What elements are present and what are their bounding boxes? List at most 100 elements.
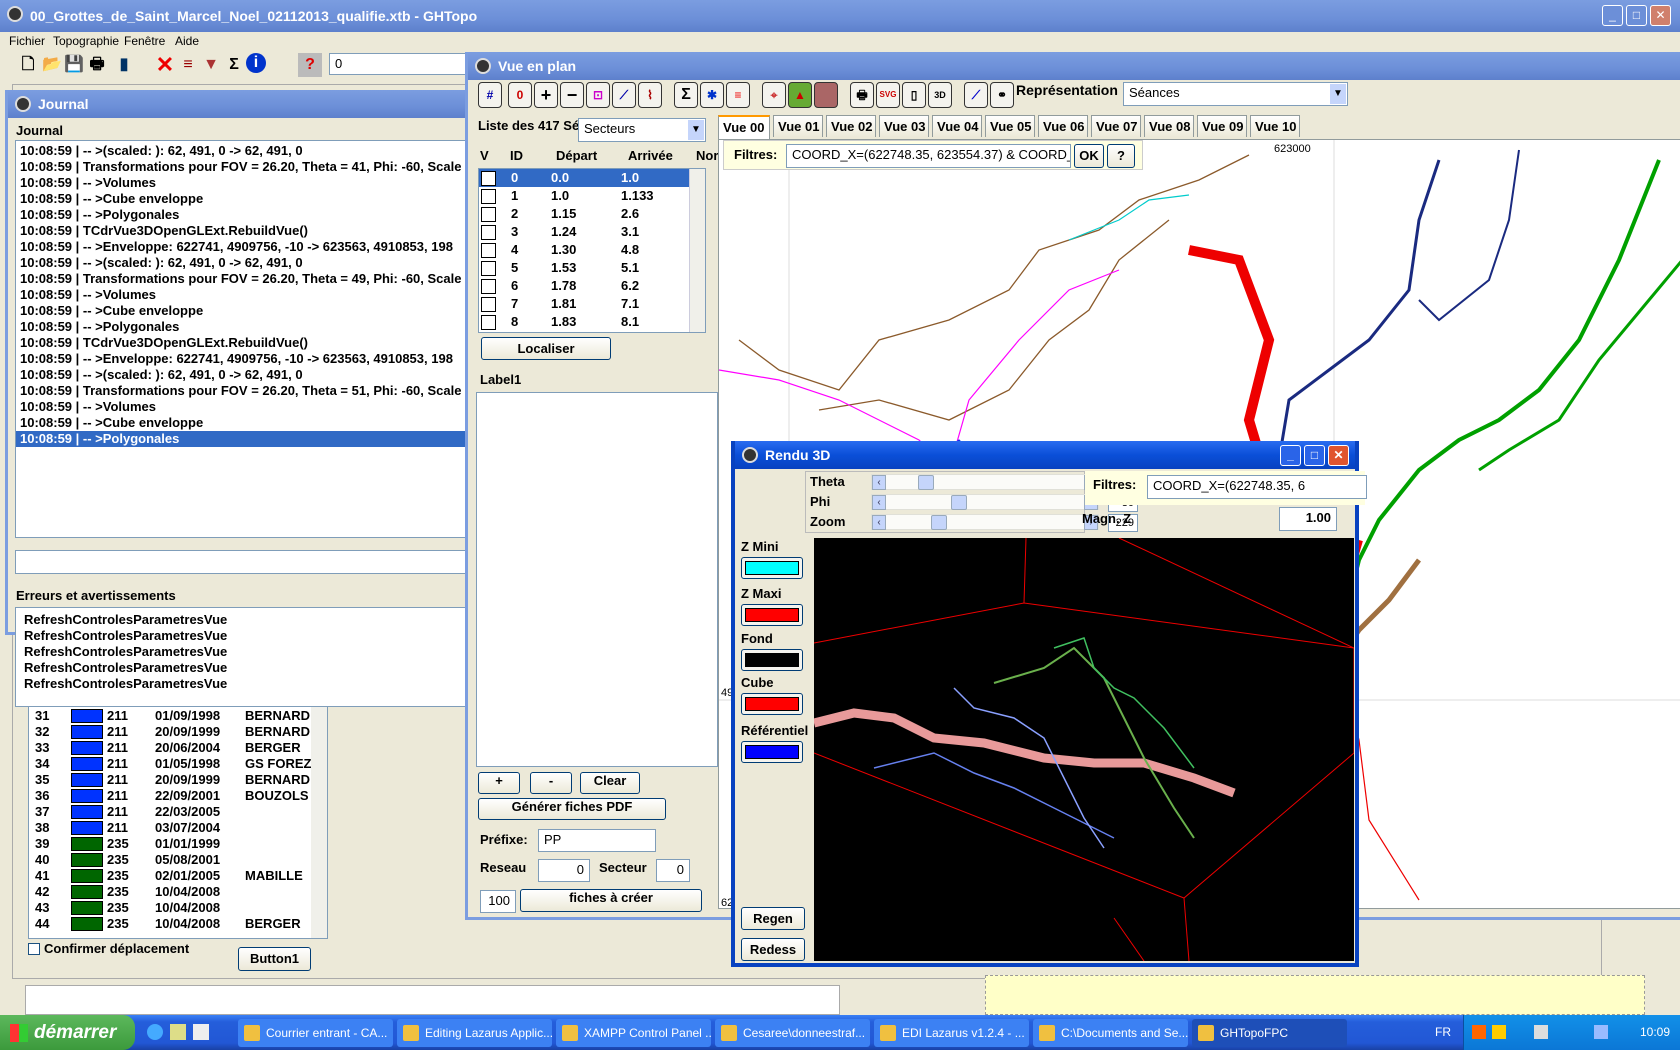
color-button[interactable] [741,741,803,763]
log-line[interactable]: 10:08:59 | TCdrVue3DOpenGLExt.RebuildVue… [16,335,469,351]
menu-aide[interactable]: Aide [175,34,199,48]
row-checkbox[interactable] [481,225,496,240]
list-combo[interactable]: Secteurs ▼ [578,118,706,142]
close-button[interactable]: ✕ [1650,5,1671,26]
count-input[interactable]: 100 [480,890,516,913]
prefix-input[interactable]: PP [538,829,656,852]
shots-scrollbar[interactable] [689,169,705,332]
menu-fenetre[interactable]: Fenêtre [124,34,165,48]
save-icon[interactable]: 💾 [62,53,86,77]
zoom-window-icon[interactable]: ⊡ [586,82,610,108]
minimize-button[interactable]: _ [1602,5,1623,26]
menu-fichier[interactable]: Fichier [9,34,45,48]
filter-help-button[interactable]: ? [1107,144,1135,168]
color-button[interactable] [741,693,803,715]
taskbar-item[interactable]: C:\Documents and Se... [1033,1019,1188,1047]
log-line[interactable]: 10:08:59 | -- >Enveloppe: 622741, 490975… [16,351,469,367]
theta-slider-thumb[interactable] [918,475,935,490]
error-line[interactable]: RefreshControlesParametresVue [24,660,469,676]
sigma-icon[interactable]: Σ [222,53,246,77]
grid-icon[interactable]: # [478,82,502,108]
localiser-button[interactable]: Localiser [481,337,611,360]
taskbar-item[interactable]: EDI Lazarus v1.2.4 - ... [874,1019,1029,1047]
quicklaunch-notepad-icon[interactable] [193,1024,209,1040]
tab-vue-5[interactable]: Vue 05 [985,115,1035,137]
delete-icon[interactable]: ✕ [153,53,177,77]
binoculars-icon[interactable]: ⚭ [990,82,1014,108]
language-indicator[interactable]: FR [1435,1025,1451,1039]
clear-button[interactable]: Clear [580,772,640,794]
tab-vue-2[interactable]: Vue 02 [826,115,876,137]
log-line[interactable]: 10:08:59 | -- >(scaled: ): 62, 491, 0 ->… [16,143,469,159]
quicklaunch-desktop-icon[interactable] [170,1024,186,1040]
clock[interactable]: 10:09 [1640,1025,1670,1039]
log-line[interactable]: 10:08:59 | -- >Polygonales [16,207,469,223]
error-line[interactable]: RefreshControlesParametresVue [24,676,469,692]
document-icon[interactable]: ▯ [902,82,926,108]
taskbar-item[interactable]: Cesaree\donneestraf... [715,1019,870,1047]
log-line[interactable]: 10:08:59 | -- >Enveloppe: 622741, 490975… [16,239,469,255]
list-item[interactable]: 44 235 10/04/2008 BERGER [29,916,327,932]
remove-button[interactable]: - [530,772,572,794]
tab-vue-8[interactable]: Vue 08 [1144,115,1194,137]
row-checkbox[interactable] [481,243,496,258]
add-button[interactable]: + [478,772,520,794]
error-line[interactable]: RefreshControlesParametresVue [24,612,469,628]
chevron-left-icon[interactable]: ‹ [872,475,886,490]
log-line[interactable]: 10:08:59 | -- >Cube enveloppe [16,191,469,207]
redess-button[interactable]: Redess [741,938,805,961]
tray-shield-icon[interactable] [1492,1025,1506,1039]
print-icon[interactable]: 🖶 [85,53,109,77]
list-item[interactable]: 40 235 05/08/2001 [29,852,327,868]
log-line[interactable]: 10:08:59 | -- >Cube enveloppe [16,303,469,319]
list-item[interactable]: 43 235 10/04/2008 [29,900,327,916]
list-item[interactable]: 35 211 20/09/1999 BERNARD [29,772,327,788]
table-row[interactable]: 4 1.30 4.8 [479,241,705,259]
row-checkbox[interactable] [481,279,496,294]
svg-export-icon[interactable]: SVG [876,82,900,108]
table-row[interactable]: 5 1.53 5.1 [479,259,705,277]
reseau-input[interactable]: 0 [538,859,590,882]
list-item[interactable]: 39 235 01/01/1999 [29,836,327,852]
row-checkbox[interactable] [481,207,496,222]
minimize-button[interactable]: _ [1280,445,1301,466]
sigma-icon[interactable]: Σ [674,82,698,108]
row-checkbox[interactable] [481,297,496,312]
tab-vue-10[interactable]: Vue 10 [1250,115,1300,137]
col-arrivee[interactable]: Arrivée [628,148,673,163]
tab-vue-0[interactable]: Vue 00 [718,115,770,139]
log-line[interactable]: 10:08:59 | -- >Cube enveloppe [16,415,469,431]
table-row[interactable]: 6 1.78 6.2 [479,277,705,295]
compass-icon[interactable]: ✱ [700,82,724,108]
log-line[interactable]: 10:08:59 | Transformations pour FOV = 26… [16,383,469,399]
col-nom[interactable]: Nor [696,148,718,163]
3d-icon[interactable]: 3D [928,82,952,108]
error-line[interactable]: RefreshControlesParametresVue [24,644,469,660]
secteur-input[interactable]: 0 [656,859,690,882]
theta-slider[interactable]: ‹› [871,474,1099,490]
errors-list[interactable]: RefreshControlesParametresVue RefreshCont… [15,607,470,707]
print-icon[interactable]: 🖶 [850,82,874,108]
taskbar-item[interactable]: XAMPP Control Panel ... [556,1019,711,1047]
col-v[interactable]: V [480,148,489,163]
tray-xampp-icon[interactable] [1472,1025,1486,1039]
tab-vue-3[interactable]: Vue 03 [879,115,929,137]
filter-icon[interactable]: ≡ [176,53,200,77]
magn-z-input[interactable]: 1.00 [1279,507,1337,531]
table-row[interactable]: 3 1.24 3.1 [479,223,705,241]
lasso-icon[interactable]: ⌇ [638,82,662,108]
open-folder-icon[interactable]: 📂 [40,53,64,77]
chevron-left-icon[interactable]: ‹ [872,495,886,510]
col-id[interactable]: ID [510,148,523,163]
zoom-slider-thumb[interactable] [931,515,947,530]
list-item[interactable]: 32 211 20/09/1999 BERNARD [29,724,327,740]
tray-network-icon[interactable] [1594,1025,1608,1039]
log-line[interactable]: 10:08:59 | -- >Polygonales [16,431,469,447]
list-item[interactable]: 37 211 22/03/2005 [29,804,327,820]
toolbar-input[interactable]: 0 [329,53,469,75]
confirm-checkbox[interactable] [28,943,40,955]
log-line[interactable]: 10:08:59 | -- >Polygonales [16,319,469,335]
maximize-button[interactable]: □ [1626,5,1647,26]
list-item[interactable]: 34 211 01/05/1998 GS FOREZ [29,756,327,772]
taskbar-item[interactable]: Courrier entrant - CA... [238,1019,393,1047]
